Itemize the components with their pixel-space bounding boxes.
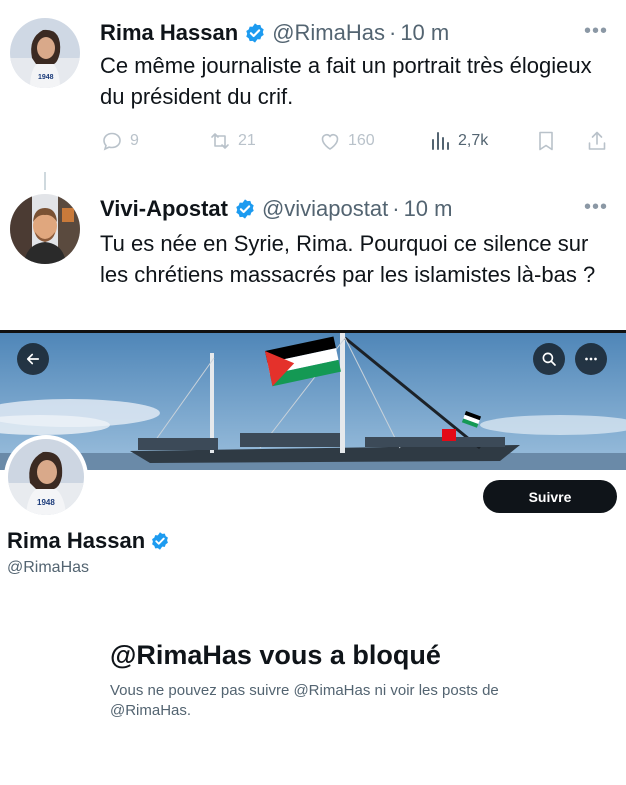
- tweet-vivi-apostat[interactable]: Vivi-Apostat @viviapostat · 10 m ••• Tu …: [0, 172, 626, 328]
- back-arrow-icon: [26, 353, 40, 365]
- retweet-icon: [211, 133, 229, 149]
- views-button[interactable]: 2,7k: [428, 129, 488, 153]
- verified-badge-icon: [150, 531, 170, 551]
- blocked-description: Vous ne pouvez pas suivre @RimaHas ni vo…: [110, 682, 499, 719]
- reply-count: 9: [130, 132, 139, 149]
- more-icon[interactable]: •••: [584, 196, 608, 219]
- more-icon: [585, 357, 597, 361]
- separator-dot: ·: [392, 196, 400, 221]
- profile-avatar[interactable]: 1948: [4, 435, 88, 519]
- views-count: 2,7k: [458, 132, 489, 149]
- views-icon: [432, 132, 449, 150]
- avatar[interactable]: [10, 194, 80, 264]
- avatar[interactable]: 1948: [10, 18, 80, 88]
- reply-button[interactable]: 9: [100, 129, 139, 153]
- avatar-shirt-text: 1948: [37, 498, 55, 507]
- more-icon[interactable]: •••: [584, 20, 608, 43]
- search-icon: [542, 352, 556, 366]
- verified-badge-icon: [234, 198, 256, 220]
- author-name[interactable]: Vivi-Apostat: [100, 196, 228, 222]
- tweet-actions: 9 21 160 2,7k: [100, 126, 610, 156]
- bookmark-icon: [539, 131, 553, 151]
- like-button[interactable]: 160: [318, 129, 375, 153]
- avatar-shirt-text: 1948: [38, 74, 54, 81]
- profile-handle: @RimaHas: [7, 559, 90, 576]
- profile-name-row: Rima Hassan: [7, 528, 176, 554]
- tweet-header: Rima Hassan @RimaHas · 10 m: [100, 20, 449, 46]
- share-icon: [588, 131, 606, 150]
- bookmark-button[interactable]: [534, 129, 558, 153]
- separator-dot: ·: [388, 20, 397, 45]
- verified-badge-icon: [244, 22, 266, 44]
- tweet-text: Ce même journaliste a fait un portrait t…: [100, 53, 592, 109]
- tweet-header: Vivi-Apostat @viviapostat · 10 m: [100, 196, 452, 222]
- more-options-button[interactable]: [575, 343, 607, 375]
- tweet-text: Tu es née en Syrie, Rima. Pourquoi ce si…: [100, 231, 596, 287]
- profile-section: 1948 Suivre Rima Hassan @RimaHas @RimaHa…: [0, 330, 626, 785]
- follow-button[interactable]: Suivre: [483, 480, 617, 513]
- timestamp[interactable]: 10 m: [404, 196, 453, 222]
- author-name[interactable]: Rima Hassan: [100, 20, 238, 46]
- tweet-rima-hassan[interactable]: 1948 Rima Hassan @RimaHas · 10 m ••• Ce …: [0, 0, 626, 172]
- author-handle[interactable]: @RimaHas: [272, 20, 385, 46]
- like-icon: [321, 134, 339, 150]
- profile-banner[interactable]: [0, 330, 626, 470]
- timestamp[interactable]: 10 m: [400, 20, 449, 46]
- back-button[interactable]: [17, 343, 49, 375]
- share-button[interactable]: [585, 129, 609, 153]
- retweet-button[interactable]: 21: [208, 129, 256, 153]
- profile-name: Rima Hassan: [7, 528, 146, 553]
- blocked-title: @RimaHas vous a bloqué: [110, 640, 441, 670]
- reply-icon: [103, 132, 121, 151]
- search-button[interactable]: [533, 343, 565, 375]
- author-handle[interactable]: @viviapostat: [262, 196, 388, 222]
- retweet-count: 21: [238, 132, 256, 149]
- like-count: 160: [348, 132, 375, 149]
